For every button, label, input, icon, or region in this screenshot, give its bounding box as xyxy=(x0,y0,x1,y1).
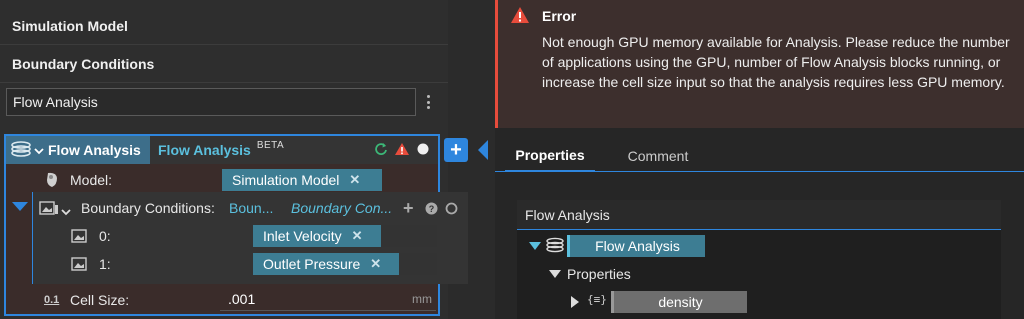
chevron-down-icon[interactable] xyxy=(61,203,71,219)
bc-placeholder[interactable]: Boundary Con... xyxy=(291,200,392,216)
section-simulation-model-label: Simulation Model xyxy=(12,17,128,34)
model-chip[interactable]: Simulation Model ✕ xyxy=(222,169,382,191)
error-title: Error xyxy=(542,8,577,24)
error-text: Not enough GPU memory available for Anal… xyxy=(542,34,1010,90)
tab-comment[interactable]: Comment xyxy=(613,140,703,172)
image-list-icon xyxy=(39,200,59,219)
section-boundary-conditions[interactable]: Boundary Conditions xyxy=(0,45,448,83)
flow-analysis-field-value: Flow Analysis xyxy=(13,94,98,110)
node-name[interactable]: Flow Analysis BETA xyxy=(150,136,438,164)
model-row: Model: Simulation Model ✕ xyxy=(6,166,438,221)
collapse-panel-icon[interactable] xyxy=(478,140,488,160)
tree-root-label: Flow Analysis xyxy=(595,238,680,254)
tree-title: Flow Analysis xyxy=(517,200,1001,230)
cell-size-icon: 0.1 xyxy=(44,294,60,306)
bc-item-index: 1: xyxy=(99,256,111,272)
tree-density-chip[interactable]: density xyxy=(611,291,747,313)
model-icon xyxy=(44,171,60,192)
left-panel: Simulation Model Boundary Conditions Flo… xyxy=(0,0,468,319)
boundary-conditions-panel: Boundary Conditions: Boun... Boundary Co… xyxy=(32,192,468,284)
node-type-label: Flow Analysis xyxy=(48,142,141,158)
model-label: Model: xyxy=(70,172,113,188)
tab-properties[interactable]: Properties xyxy=(505,140,595,172)
bc-short[interactable]: Boun... xyxy=(229,200,273,216)
model-chip-label: Simulation Model xyxy=(232,172,340,188)
tree-properties-label: Properties xyxy=(567,266,631,282)
bc-item-tail xyxy=(399,253,437,275)
close-icon[interactable]: ✕ xyxy=(349,172,360,188)
add-icon[interactable]: + xyxy=(403,198,414,219)
cell-size-label: Cell Size: xyxy=(70,292,130,308)
status-ring-icon[interactable] xyxy=(445,202,458,218)
expand-caret-icon[interactable] xyxy=(12,202,28,211)
bc-item-chip-label: Outlet Pressure xyxy=(263,256,361,272)
warning-icon xyxy=(510,6,530,27)
close-icon[interactable]: ✕ xyxy=(370,256,381,272)
refresh-icon[interactable] xyxy=(374,142,388,159)
close-icon[interactable]: ✕ xyxy=(352,228,363,244)
bc-item-chip[interactable]: Outlet Pressure ✕ xyxy=(253,253,399,275)
warning-icon[interactable] xyxy=(394,142,410,159)
bc-item-row: 1: Outlet Pressure ✕ xyxy=(33,250,469,278)
beta-badge: BETA xyxy=(256,139,285,151)
tab-bar: Properties Comment xyxy=(495,140,1024,172)
cell-size-value: .001 xyxy=(228,290,256,307)
section-simulation-model[interactable]: Simulation Model xyxy=(0,7,448,45)
bc-header-row: Boundary Conditions: Boun... Boundary Co… xyxy=(33,194,469,222)
properties-tree: Flow Analysis Flow Analysis Properties {… xyxy=(517,200,1001,319)
expand-icon[interactable] xyxy=(529,242,541,250)
status-dot-icon[interactable] xyxy=(416,142,430,159)
bc-item-tail xyxy=(381,225,437,247)
node-type[interactable]: Flow Analysis xyxy=(6,136,150,164)
help-icon[interactable]: ? xyxy=(425,202,438,218)
image-icon xyxy=(71,229,87,246)
chevron-down-icon[interactable] xyxy=(34,142,44,158)
layers-icon xyxy=(545,237,565,256)
bc-item-row: 0: Inlet Velocity ✕ xyxy=(33,222,469,250)
tab-properties-label: Properties xyxy=(515,147,585,163)
bc-item-chip[interactable]: Inlet Velocity ✕ xyxy=(253,225,381,247)
tree-row-properties[interactable]: Properties xyxy=(517,260,1001,288)
add-node-button[interactable]: + xyxy=(444,138,468,162)
tree-title-label: Flow Analysis xyxy=(525,206,610,223)
bc-item-chip-label: Inlet Velocity xyxy=(263,228,342,244)
kebab-menu-icon[interactable] xyxy=(422,92,434,112)
right-panel: Error Not enough GPU memory available fo… xyxy=(495,0,1024,319)
bc-item-index: 0: xyxy=(99,228,111,244)
node-header: Flow Analysis Flow Analysis BETA xyxy=(6,136,438,164)
cell-size-unit: mm xyxy=(412,291,432,306)
node-name-label: Flow Analysis xyxy=(158,142,251,158)
svg-text:?: ? xyxy=(429,204,435,214)
image-icon xyxy=(71,257,87,274)
struct-icon: {≡} xyxy=(587,293,607,306)
section-boundary-conditions-label: Boundary Conditions xyxy=(12,55,155,72)
tab-comment-label: Comment xyxy=(627,148,689,164)
chevron-right-icon[interactable] xyxy=(571,296,579,308)
error-message: Error Not enough GPU memory available fo… xyxy=(495,0,1024,128)
tree-row-root[interactable]: Flow Analysis xyxy=(517,232,1001,260)
tree-root-chip[interactable]: Flow Analysis xyxy=(567,235,705,257)
cell-size-input[interactable]: .001 mm xyxy=(220,287,436,311)
tree-density-label: density xyxy=(658,294,703,310)
tree-row-density[interactable]: {≡} density xyxy=(517,288,1001,316)
flow-analysis-field[interactable]: Flow Analysis xyxy=(6,88,416,116)
layers-icon xyxy=(10,140,32,161)
expand-icon[interactable] xyxy=(549,270,561,278)
bc-label: Boundary Conditions: xyxy=(81,200,215,216)
